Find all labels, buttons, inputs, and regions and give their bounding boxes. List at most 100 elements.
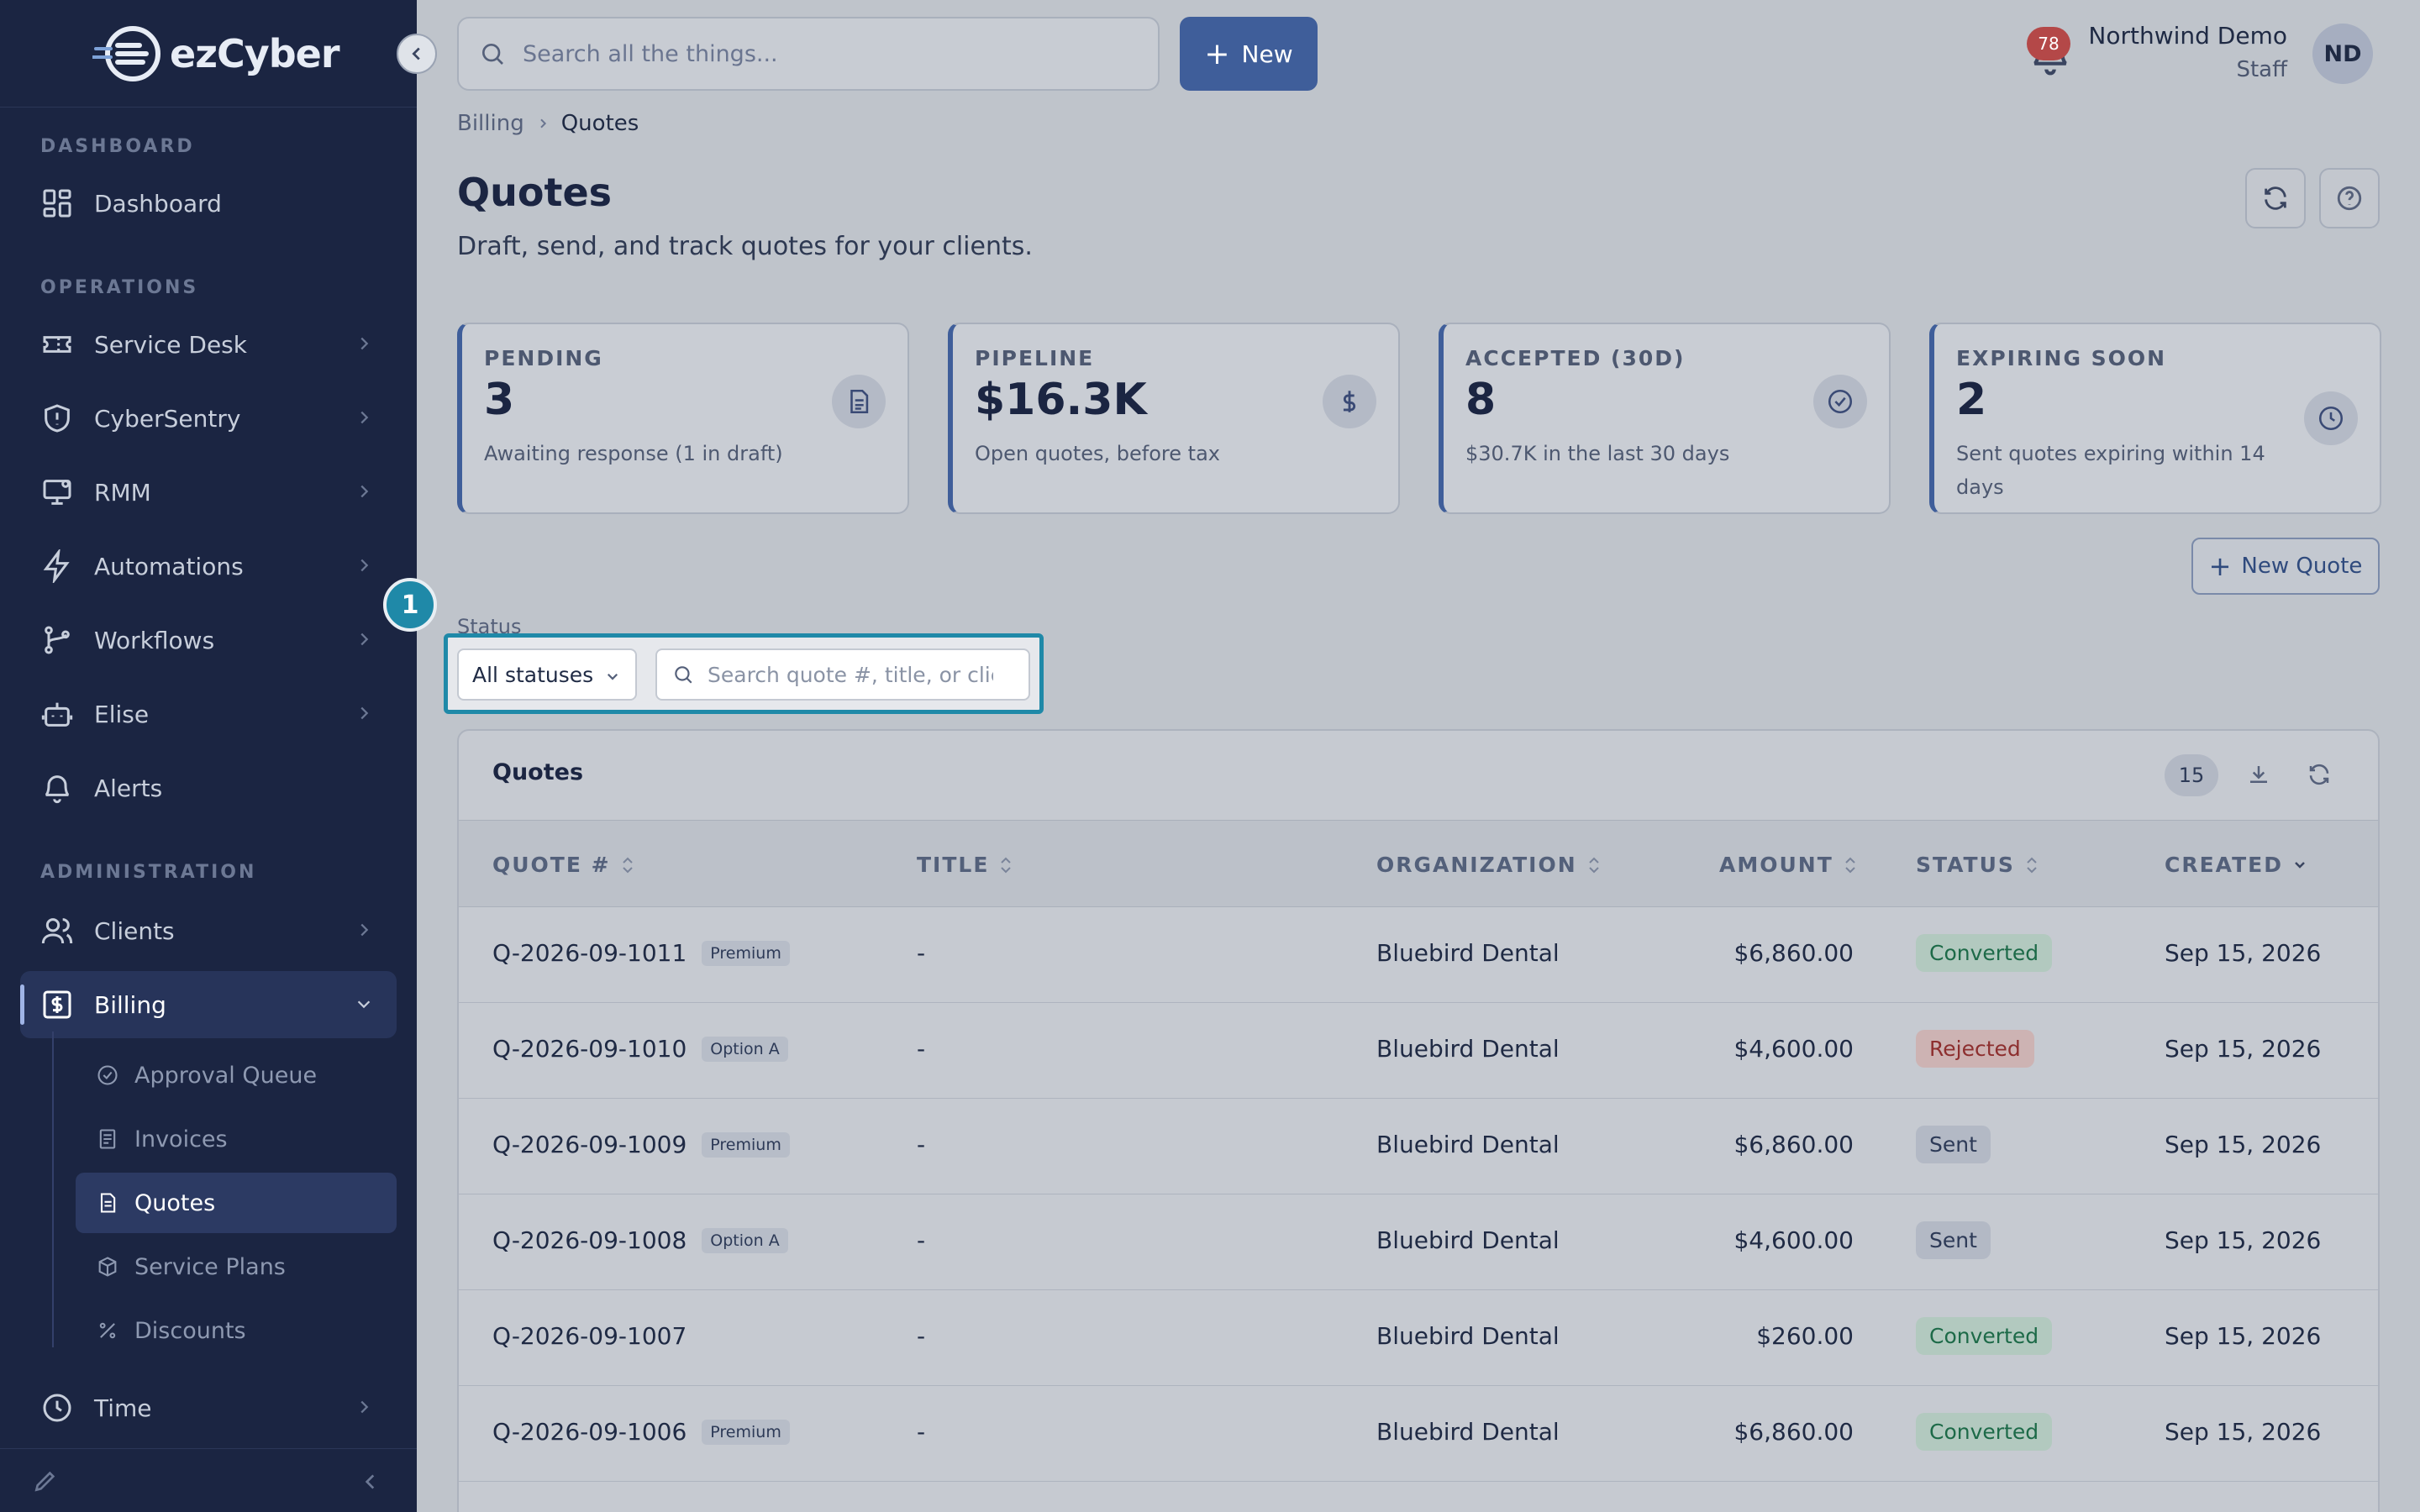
sidebar-subitem-label: Invoices — [134, 1126, 228, 1152]
cell-created: Sep 15, 2026 — [2165, 1226, 2322, 1254]
table-row[interactable]: Q-2026-09-1008 Option A - Bluebird Dental… — [459, 1194, 2378, 1290]
help-button[interactable] — [2319, 168, 2380, 228]
cell-amount: $260.00 — [1756, 1322, 1854, 1350]
sort-desc-icon — [2295, 861, 2305, 869]
column-title[interactable]: TITLE — [917, 853, 1013, 877]
notification-count-badge: 78 — [2027, 27, 2070, 60]
cell-quote[interactable]: Q-2026-09-1011 Premium — [492, 939, 790, 967]
column-quote[interactable]: QUOTE # — [492, 853, 634, 877]
sidebar-subitem-invoices[interactable]: Invoices — [76, 1109, 397, 1169]
variant-tag: Option A — [702, 1036, 788, 1062]
status-badge: Converted — [1916, 1317, 2053, 1355]
sidebar-item-alerts[interactable]: Alerts — [20, 754, 397, 822]
table-row[interactable]: Q-2026-09-1010 Option A - Bluebird Dental… — [459, 1003, 2378, 1099]
main-content: Billing Quotes Quotes Draft, send, and t… — [417, 108, 2420, 1512]
new-button-label: New — [1241, 39, 1293, 68]
status-badge: Sent — [1916, 1221, 1991, 1259]
sidebar-subitem-discounts[interactable]: Discounts — [76, 1300, 397, 1361]
sort-icon — [2027, 857, 2037, 873]
refresh-icon — [2309, 764, 2329, 785]
column-status[interactable]: STATUS — [1916, 853, 2039, 877]
page-subtitle: Draft, send, and track quotes for your c… — [457, 232, 1033, 261]
column-organization[interactable]: ORGANIZATION — [1376, 853, 1601, 877]
cell-quote[interactable]: Q-2026-09-1008 Option A — [492, 1226, 788, 1254]
cell-title: - — [917, 939, 926, 967]
sidebar-item-rmm[interactable]: RMM — [20, 459, 397, 526]
download-button[interactable] — [2240, 756, 2277, 793]
column-amount[interactable]: AMOUNT — [1719, 853, 1857, 877]
sidebar-item-service-desk[interactable]: Service Desk — [20, 311, 397, 378]
cell-quote[interactable]: Q-2026-09-1006 Premium — [492, 1418, 790, 1446]
new-button[interactable]: + New — [1180, 17, 1318, 91]
quote-search[interactable] — [655, 648, 1030, 701]
refresh-button[interactable] — [2245, 168, 2306, 228]
cell-organization: Bluebird Dental — [1376, 1035, 1560, 1063]
table-row[interactable]: Q-2026-09-1007 - Bluebird Dental $260.00… — [459, 1290, 2378, 1386]
sidebar-item-automations[interactable]: Automations — [20, 533, 397, 600]
document-icon — [100, 1193, 116, 1213]
sidebar-item-elise[interactable]: Elise — [20, 680, 397, 748]
cell-quote[interactable]: Q-2026-09-1010 Option A — [492, 1035, 788, 1063]
brand-logo[interactable]: ezCyber — [0, 0, 417, 108]
variant-tag: Premium — [702, 940, 790, 966]
breadcrumb-current: Quotes — [560, 111, 639, 136]
cell-quote[interactable]: Q-2026-09-1007 — [492, 1322, 687, 1350]
sidebar-subitem-service-plans[interactable]: Service Plans — [76, 1236, 397, 1297]
sidebar-item-label: Workflows — [94, 626, 215, 654]
submenu-rail — [52, 1032, 54, 1347]
collapse-left-icon[interactable] — [360, 1471, 381, 1493]
table-row[interactable]: Q-2026-09-1011 Premium - Bluebird Dental … — [459, 907, 2378, 1003]
table-refresh-button[interactable] — [2301, 756, 2338, 793]
status-badge: Rejected — [1916, 1030, 2034, 1068]
status-select-value: All statuses — [472, 662, 594, 687]
quotes-table: Quotes 15 QUOTE # TITLE ORGANIZATION AMO… — [457, 729, 2380, 1512]
global-search[interactable] — [457, 17, 1160, 91]
table-row[interactable]: Q-2026-09-1009 Premium - Bluebird Dental … — [459, 1099, 2378, 1194]
column-created[interactable]: CREATED — [2165, 853, 2307, 877]
sidebar-item-billing[interactable]: Billing — [20, 971, 397, 1038]
search-icon — [675, 666, 692, 684]
sidebar-subitem-approval-queue[interactable]: Approval Queue — [76, 1045, 397, 1105]
cell-quote[interactable]: Q-2026-09-1009 Premium — [492, 1131, 790, 1158]
user-name[interactable]: Northwind Demo — [2088, 22, 2287, 50]
sidebar-collapse-button[interactable] — [397, 34, 437, 74]
cell-amount: $6,860.00 — [1733, 939, 1854, 967]
clock-icon — [2318, 406, 2344, 431]
stat-value: 3 — [484, 375, 515, 425]
nav-section-operations: OPERATIONS — [40, 277, 199, 298]
quote-search-input[interactable] — [708, 662, 993, 687]
sidebar-item-label: Elise — [94, 700, 150, 728]
variant-tag: Premium — [702, 1419, 790, 1445]
chevron-right-icon — [540, 118, 546, 129]
ezcyber-logo-icon — [92, 25, 160, 81]
quote-number: Q-2026-09-1009 — [492, 1131, 687, 1158]
cell-amount: $6,860.00 — [1733, 1131, 1854, 1158]
new-quote-button[interactable]: + New Quote — [2191, 538, 2380, 595]
sidebar-item-label: Alerts — [94, 774, 163, 802]
breadcrumb-billing[interactable]: Billing — [457, 111, 524, 136]
cell-created: Sep 15, 2026 — [2165, 1035, 2322, 1063]
chevron-right-icon — [360, 633, 369, 646]
sidebar-subitem-quotes[interactable]: Quotes — [76, 1173, 397, 1233]
billing-dollar-icon — [43, 990, 71, 1019]
avatar[interactable]: ND — [2312, 24, 2373, 84]
sidebar-item-time[interactable]: Time — [20, 1374, 397, 1441]
global-search-input[interactable] — [523, 40, 1128, 67]
sidebar-item-clients[interactable]: Clients — [20, 897, 397, 964]
clock-icon — [43, 1394, 71, 1422]
quote-number: Q-2026-09-1010 — [492, 1035, 687, 1063]
package-icon — [98, 1257, 117, 1277]
status-select[interactable]: All statuses — [457, 648, 637, 701]
sidebar-item-dashboard[interactable]: Dashboard — [20, 170, 397, 237]
column-label: ORGANIZATION — [1376, 853, 1577, 877]
plus-icon: + — [2208, 550, 2232, 582]
cell-amount: $6,860.00 — [1733, 1418, 1854, 1446]
table-row[interactable]: Q-2026-09-1006 Premium - Bluebird Dental … — [459, 1386, 2378, 1482]
sidebar-item-cybersentry[interactable]: CyberSentry — [20, 385, 397, 452]
workflow-branch-icon — [45, 626, 70, 654]
sidebar-item-label: Billing — [94, 990, 166, 1019]
sidebar-item-workflows[interactable]: Workflows — [20, 606, 397, 674]
edit-pencil-icon[interactable] — [32, 1467, 59, 1494]
quote-number: Q-2026-09-1008 — [492, 1226, 687, 1254]
cell-organization: Bluebird Dental — [1376, 1131, 1560, 1158]
